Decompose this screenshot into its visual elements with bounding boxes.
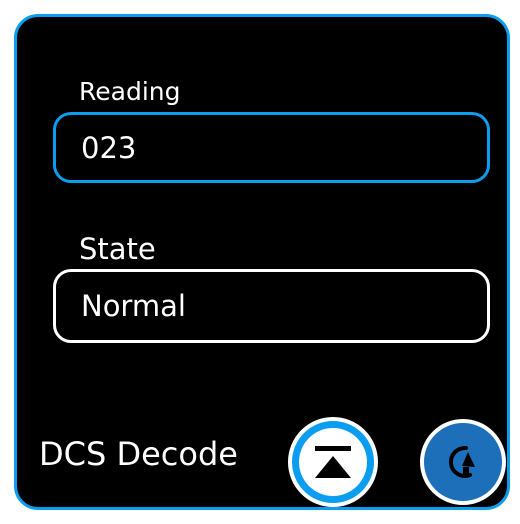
state-value: Normal (81, 289, 186, 323)
dcs-decode-button[interactable] (288, 417, 378, 507)
rotate-button[interactable] (420, 419, 506, 505)
reading-field[interactable]: 023 (53, 112, 490, 183)
dcs-decode-label: DCS Decode (39, 435, 238, 473)
state-label: State (79, 232, 156, 266)
decode-button-face (299, 428, 367, 496)
rotate-icon (448, 445, 475, 478)
state-field[interactable]: Normal (53, 269, 490, 343)
dcs-panel: Reading 023 State Normal DCS Decode (14, 14, 510, 510)
eject-up-icon (315, 446, 351, 478)
reading-value: 023 (81, 130, 137, 165)
reading-label: Reading (79, 77, 181, 106)
